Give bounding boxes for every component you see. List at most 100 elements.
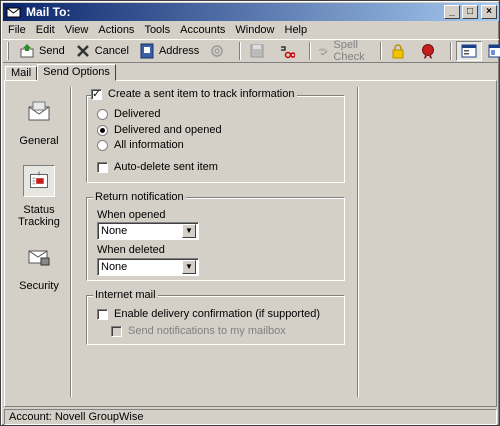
nav-security[interactable]: Security <box>11 241 67 292</box>
tab-send-options[interactable]: Send Options <box>37 64 116 81</box>
menu-edit[interactable]: Edit <box>31 24 60 36</box>
chevron-down-icon[interactable]: ▼ <box>182 260 196 274</box>
menu-accounts[interactable]: Accounts <box>175 24 230 36</box>
mail-window: Mail To: _ □ × File Edit View Actions To… <box>0 0 500 426</box>
address-book-icon <box>140 43 154 59</box>
spell-check-label: Spell Check <box>333 39 365 63</box>
when-deleted-label: When deleted <box>97 244 165 256</box>
nav-status-tracking[interactable]: Status Tracking <box>11 165 67 228</box>
nav-divider <box>70 87 72 397</box>
when-opened-value: None <box>101 225 128 237</box>
mail-app-icon <box>6 7 21 18</box>
nav-general-label: General <box>19 135 59 147</box>
auto-delete-label: Auto-delete sent item <box>114 161 218 173</box>
window-title: Mail To: <box>26 5 71 19</box>
send-notifications-label: Send notifications to my mailbox <box>128 325 286 337</box>
auto-delete-checkbox-row[interactable]: Auto-delete sent item <box>97 161 218 173</box>
attach-button[interactable] <box>205 41 233 61</box>
menu-window[interactable]: Window <box>230 24 279 36</box>
view-mode-button-1[interactable] <box>456 41 483 61</box>
nav-status-label: Status <box>23 204 55 216</box>
send-label: Send <box>39 45 65 57</box>
delivered-and-opened-radio[interactable] <box>97 124 108 136</box>
view-mode-button-2[interactable] <box>484 41 500 61</box>
title-bar[interactable]: Mail To: _ □ × <box>3 3 499 21</box>
spell-check-button[interactable]: ABC Spell Check <box>315 39 374 63</box>
delivered-radio[interactable] <box>97 108 108 120</box>
paperclip-icon <box>211 45 224 57</box>
send-notifications-checkbox[interactable] <box>111 325 122 337</box>
close-button[interactable]: × <box>481 5 497 19</box>
address-button[interactable]: Address <box>135 41 203 61</box>
when-opened-text: When opened <box>97 209 166 221</box>
account-status-text: Account: Novell GroupWise <box>9 411 144 423</box>
encrypt-button[interactable] <box>386 41 414 61</box>
toolbar-separator <box>309 42 312 60</box>
cancel-button[interactable]: Cancel <box>71 41 133 61</box>
delivered-label: Delivered <box>114 108 161 120</box>
menu-view[interactable]: View <box>60 24 94 36</box>
menu-help[interactable]: Help <box>280 24 313 36</box>
sign-button[interactable] <box>416 41 444 61</box>
toolbar-separator <box>239 42 242 60</box>
auto-delete-checkbox[interactable] <box>97 161 108 173</box>
form-view-icon <box>461 44 477 58</box>
toolbar-separator <box>450 42 453 60</box>
all-information-radio[interactable] <box>97 139 108 151</box>
enable-delivery-checkbox-row[interactable]: Enable delivery confirmation (if support… <box>97 308 320 320</box>
create-sent-item-label: Create a sent item to track information <box>108 88 295 100</box>
all-information-radio-row[interactable]: All information <box>97 139 184 151</box>
nav-security-label: Security <box>19 280 59 292</box>
save-button[interactable] <box>245 41 273 61</box>
menu-actions[interactable]: Actions <box>93 24 139 36</box>
when-deleted-text: When deleted <box>97 244 165 256</box>
save-disk-icon <box>250 44 264 58</box>
menu-tools[interactable]: Tools <box>139 24 175 36</box>
spell-check-icon: ABC <box>319 48 328 56</box>
when-opened-label: When opened <box>97 209 166 221</box>
enable-delivery-label: Enable delivery confirmation (if support… <box>114 308 321 320</box>
when-deleted-dropdown[interactable]: None ▼ <box>97 258 199 276</box>
menu-bar: File Edit View Actions Tools Accounts Wi… <box>3 21 499 39</box>
cancel-label: Cancel <box>94 45 129 57</box>
security-envelope-icon <box>28 250 50 266</box>
enable-delivery-checkbox[interactable] <box>97 308 108 320</box>
status-tracking-icon <box>23 165 55 197</box>
create-sent-item-checkbox-row[interactable]: ✓ Create a sent item to track informatio… <box>91 88 298 100</box>
internet-mail-title: Internet mail <box>93 289 158 301</box>
return-notification-group: Return notification When opened None ▼ W… <box>86 191 345 281</box>
concealed-subject-button[interactable] <box>275 41 303 61</box>
menu-file[interactable]: File <box>3 24 31 36</box>
content-divider <box>357 87 359 397</box>
cancel-x-icon <box>76 45 89 57</box>
address-label: Address <box>158 45 200 57</box>
svg-text:ABC: ABC <box>319 48 327 52</box>
concealed-subject-icon <box>281 46 296 59</box>
tracking-group: ✓ Create a sent item to track informatio… <box>86 88 345 183</box>
chevron-down-icon[interactable]: ▼ <box>182 224 196 238</box>
when-deleted-value: None <box>101 261 128 273</box>
send-icon <box>20 44 34 58</box>
return-notification-title: Return notification <box>93 191 186 203</box>
create-sent-item-checkbox[interactable]: ✓ <box>91 88 102 100</box>
send-notifications-checkbox-row[interactable]: Send notifications to my mailbox <box>111 325 286 337</box>
internet-mail-group: Internet mail Enable delivery confirmati… <box>86 289 345 345</box>
delivered-radio-row[interactable]: Delivered <box>97 108 160 120</box>
toolbar: Send Cancel Address ABC Spell Check <box>3 39 500 63</box>
nav-general[interactable]: General <box>11 96 67 147</box>
minimize-button[interactable]: _ <box>444 5 460 19</box>
tab-strip: Mail Send Options <box>5 64 116 81</box>
delivered-and-opened-radio-row[interactable]: Delivered and opened <box>97 124 222 136</box>
layout-view-icon <box>488 44 500 58</box>
toolbar-separator <box>380 42 383 60</box>
tab-mail[interactable]: Mail <box>5 66 38 81</box>
when-opened-dropdown[interactable]: None ▼ <box>97 222 199 240</box>
toolbar-grip[interactable] <box>7 42 9 60</box>
nav-tracking-label: Tracking <box>18 216 60 228</box>
status-bar: Account: Novell GroupWise <box>4 409 497 425</box>
general-envelope-icon <box>28 101 50 121</box>
maximize-button[interactable]: □ <box>462 5 478 19</box>
lock-icon <box>392 44 404 59</box>
send-button[interactable]: Send <box>15 41 69 61</box>
all-information-label: All information <box>114 139 184 151</box>
